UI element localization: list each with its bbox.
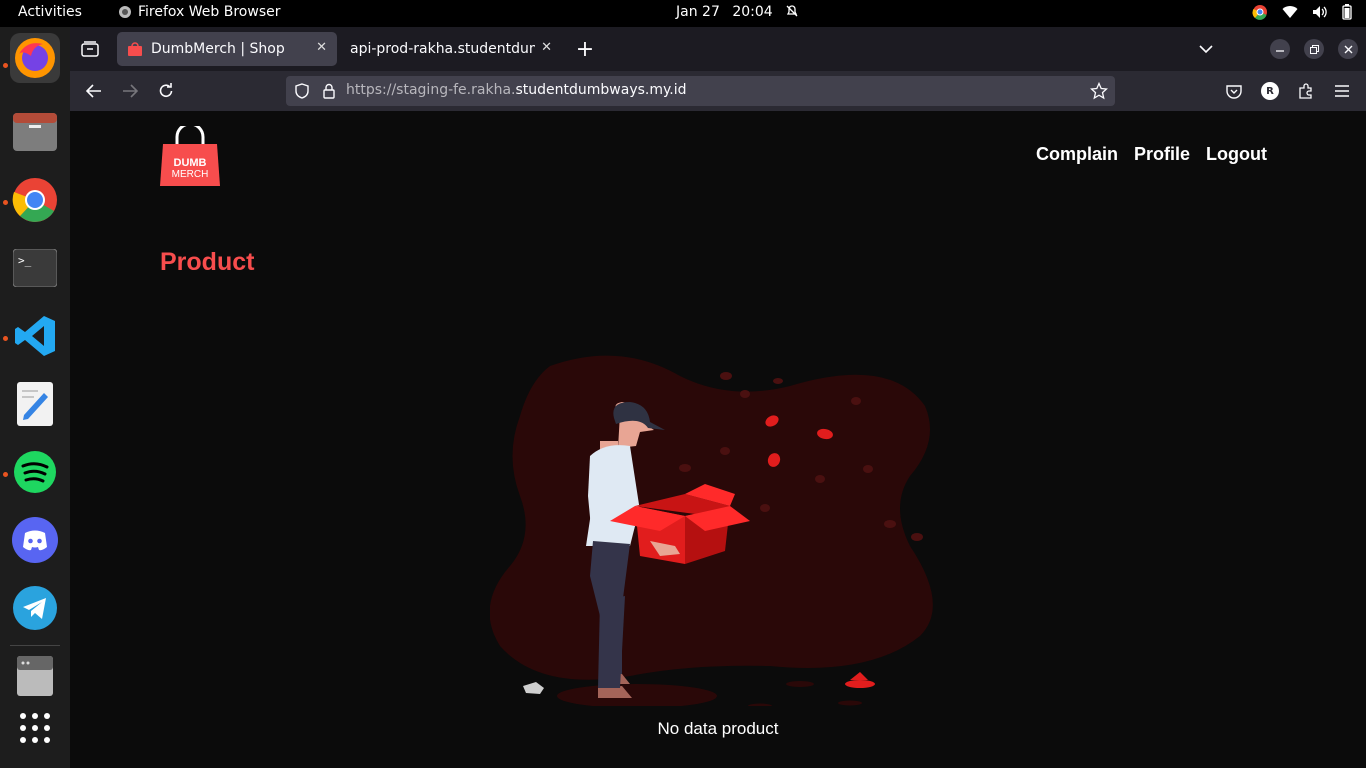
- tab-dumbmerch[interactable]: DumbMerch | Shop ✕: [117, 32, 337, 66]
- minimize-icon: [1276, 50, 1284, 52]
- vscode-icon: [15, 316, 55, 356]
- logo-text-dumb: DUMB: [174, 157, 207, 169]
- shopping-bag-logo: DUMB MERCH: [160, 122, 220, 186]
- navigation-toolbar: https://staging-fe.rakha.studentdumbways…: [70, 71, 1366, 111]
- app-menu[interactable]: Firefox Web Browser: [118, 4, 281, 20]
- url-prefix: https://staging-fe.rakha.: [346, 82, 516, 98]
- reload-button[interactable]: [156, 81, 176, 101]
- discord-icon: [12, 517, 58, 563]
- dock-terminal[interactable]: >_: [10, 243, 60, 293]
- dock-drive[interactable]: [10, 651, 60, 701]
- drive-icon: [17, 656, 53, 696]
- svg-text:>_: >_: [18, 254, 32, 267]
- firefox-window: DumbMerch | Shop ✕ api-prod-rakha.studen…: [70, 27, 1366, 768]
- activities-button[interactable]: Activities: [18, 4, 82, 20]
- dock: >_: [0, 27, 70, 768]
- spotify-icon: [14, 451, 56, 493]
- empty-state-message: No data product: [657, 719, 779, 738]
- maximize-button[interactable]: [1304, 39, 1324, 59]
- shop-favicon: [128, 42, 142, 56]
- url-text[interactable]: https://staging-fe.rakha.studentdumbways…: [346, 82, 687, 98]
- system-top-bar: Activities Firefox Web Browser Jan 27 20…: [0, 0, 1366, 27]
- wifi-icon: [1282, 6, 1298, 19]
- dock-chrome[interactable]: [10, 175, 60, 225]
- arrow-right-icon: [123, 84, 138, 98]
- new-tab-button[interactable]: +: [575, 36, 595, 62]
- arrow-left-icon: [86, 84, 101, 98]
- close-window-button[interactable]: [1338, 39, 1358, 59]
- clock[interactable]: Jan 27 20:04: [676, 4, 799, 20]
- telegram-icon: [13, 586, 57, 630]
- close-tab-icon[interactable]: ✕: [541, 40, 552, 55]
- account-avatar: R: [1261, 82, 1279, 100]
- time-text: 20:04: [732, 4, 773, 20]
- list-all-tabs-button[interactable]: [1196, 39, 1216, 59]
- app-menu-button[interactable]: [1332, 81, 1352, 101]
- tab-api[interactable]: api-prod-rakha.studentdumb ✕: [340, 32, 562, 66]
- nav-logout-link[interactable]: Logout: [1206, 144, 1267, 165]
- date-text: Jan 27: [676, 4, 720, 20]
- shield-icon[interactable]: [294, 83, 310, 99]
- dock-files[interactable]: [10, 107, 60, 157]
- system-tray[interactable]: [1252, 4, 1352, 20]
- app-name: Firefox Web Browser: [138, 4, 281, 20]
- plus-icon: +: [575, 36, 595, 62]
- firefox-view-button[interactable]: [80, 39, 100, 59]
- pocket-icon: [1226, 84, 1242, 99]
- dock-show-apps[interactable]: [10, 703, 60, 753]
- close-tab-icon[interactable]: ✕: [316, 40, 327, 55]
- hamburger-icon: [1335, 85, 1349, 97]
- volume-icon: [1313, 6, 1327, 18]
- chevron-down-icon: [1199, 45, 1213, 54]
- text-editor-icon: [17, 382, 53, 426]
- back-button[interactable]: [84, 81, 104, 101]
- apps-grid-icon: [20, 713, 50, 743]
- forward-button[interactable]: [120, 81, 140, 101]
- dock-firefox[interactable]: [10, 33, 60, 83]
- dock-discord[interactable]: [10, 515, 60, 565]
- empty-box-illustration: [490, 355, 933, 706]
- reload-icon: [159, 83, 173, 97]
- account-button[interactable]: R: [1260, 81, 1280, 101]
- url-bar[interactable]: https://staging-fe.rakha.studentdumbways…: [286, 76, 1115, 106]
- web-page: DUMB MERCH Complain Profile Logout Produ…: [70, 111, 1366, 768]
- restore-icon: [1309, 44, 1319, 54]
- nav-complain-link[interactable]: Complain: [1036, 144, 1118, 165]
- tab-bar: DumbMerch | Shop ✕ api-prod-rakha.studen…: [70, 27, 1366, 71]
- url-domain: studentdumbways.my.id: [515, 82, 687, 98]
- terminal-icon: >_: [13, 249, 57, 287]
- chrome-tray-icon: [1252, 5, 1267, 20]
- puzzle-icon: [1299, 83, 1312, 99]
- chrome-icon: [12, 178, 57, 222]
- dock-telegram[interactable]: [10, 583, 60, 633]
- site-nav: Complain Profile Logout: [1036, 144, 1267, 165]
- firefox-view-icon: [81, 41, 99, 57]
- battery-icon: [1342, 4, 1352, 20]
- lock-icon[interactable]: [322, 83, 336, 99]
- close-icon: [1344, 45, 1352, 53]
- notifications-muted-icon: [786, 5, 798, 17]
- extensions-button[interactable]: [1296, 81, 1316, 101]
- dock-text-editor[interactable]: [10, 379, 60, 429]
- tab-label: api-prod-rakha.studentdumb: [350, 41, 535, 57]
- minimize-button[interactable]: [1270, 39, 1290, 59]
- firefox-icon: [15, 38, 55, 78]
- dumbmerch-logo[interactable]: DUMB MERCH: [160, 122, 220, 186]
- nav-profile-link[interactable]: Profile: [1134, 144, 1190, 165]
- firefox-small-icon: [119, 6, 131, 18]
- dock-vscode[interactable]: [10, 311, 60, 361]
- pocket-button[interactable]: [1224, 81, 1244, 101]
- dock-spotify[interactable]: [10, 447, 60, 497]
- bookmark-star-icon[interactable]: [1090, 82, 1108, 100]
- files-icon: [13, 113, 57, 151]
- page-title: Product: [160, 248, 255, 276]
- logo-text-merch: MERCH: [172, 169, 209, 180]
- tab-label: DumbMerch | Shop: [151, 41, 285, 57]
